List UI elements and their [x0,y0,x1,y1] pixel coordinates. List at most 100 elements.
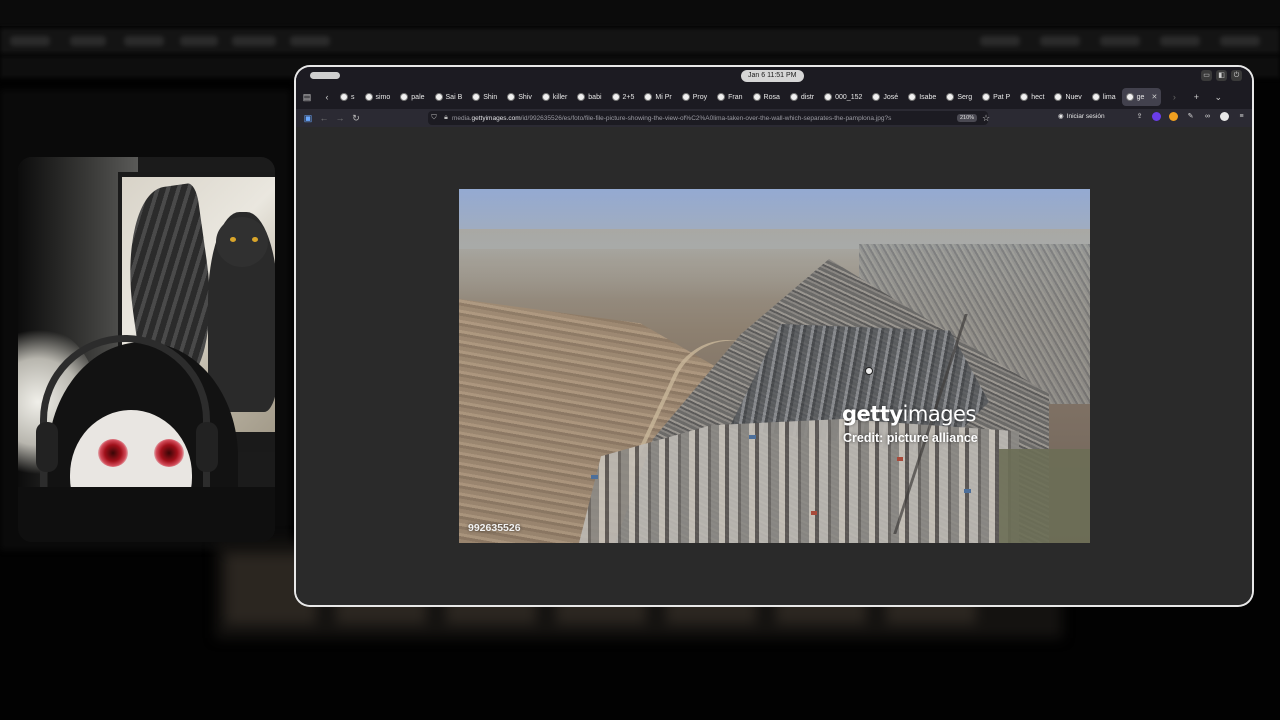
tab-list-icon[interactable]: ▤ [300,90,314,104]
shield-icon[interactable]: ⛉ [428,114,440,122]
mask-eye [98,439,128,467]
browser-tab[interactable]: s [336,88,359,106]
tab-label: Pat P [993,93,1011,101]
menu-icon[interactable]: ≡ [1237,112,1246,121]
browser-tab[interactable]: Serg [942,88,976,106]
tab-label: Proy [692,93,708,101]
tab-favicon-icon [1091,93,1100,101]
browser-tab[interactable]: killer [538,88,571,106]
scroll-tabs-right-icon[interactable]: › [1167,90,1181,104]
forward-icon[interactable]: → [332,113,348,123]
tab-bar: ▤ ‹ s simo pale Sai B Shin Shiv killer babi 2+5 M… [296,85,1252,109]
scroll-tabs-left-icon[interactable]: ‹ [320,90,334,104]
sidebar-icon[interactable]: ▣ [300,113,316,124]
extension-icon[interactable]: ✎ [1186,112,1195,121]
background-tab-row [0,28,1280,54]
tab-label: babi [588,93,602,101]
extension-link-icon[interactable]: ∞ [1203,112,1212,121]
browser-tab[interactable]: Shin [468,88,501,106]
bookmark-star-icon[interactable]: ☆ [982,111,990,125]
sound-icon[interactable]: ◧ [1216,70,1227,81]
tab-favicon-icon [908,93,917,101]
tab-label: simo [375,93,391,101]
tab-label: 2+5 [622,93,635,101]
system-tray: ▭ ◧ ⏻ [1201,70,1242,81]
tab-label: José [883,93,899,101]
photo-blue-roof [591,475,598,479]
poster-cat-eye [252,237,258,242]
browser-tab[interactable]: Rosa [749,88,784,106]
tab-label: s [351,93,355,101]
photo-red-roof [811,511,817,515]
tab-favicon-icon [541,93,550,101]
system-bar: Jan 6 11:51 PM ▭ ◧ ⏻ [296,67,1252,85]
browser-tab[interactable]: distr [786,88,818,106]
tab-label: ge [1136,93,1145,101]
tab-favicon-icon [789,93,798,101]
browser-tab[interactable]: simo [361,88,395,106]
reload-icon[interactable]: ↻ [348,113,364,124]
signin-button[interactable]: ◉ Iniciar sesión [1058,112,1105,121]
extension-orange-icon[interactable] [1169,112,1178,121]
browser-tab[interactable]: 2+5 [608,88,639,106]
url-text[interactable]: media.gettyimages.com/id/992635526/es/fo… [452,115,892,122]
new-tab-icon[interactable]: + [1189,90,1203,104]
share-icon[interactable]: ⇪ [1135,112,1144,121]
tab-label: 000_152 [835,93,863,101]
close-tab-icon[interactable]: ✕ [1151,93,1157,101]
back-icon[interactable]: ← [316,113,332,123]
network-icon[interactable]: ▭ [1201,70,1212,81]
browser-tab[interactable]: pale [396,88,428,106]
url-bar[interactable]: ⛉ 🔒︎ media.gettyimages.com/id/992635526/… [428,111,990,125]
browser-tab[interactable]: Pat P [978,88,1014,106]
tab-favicon-icon [472,93,481,101]
tab-favicon-icon [982,93,991,101]
extension-purple-icon[interactable] [1152,112,1161,121]
headphone-ear [36,422,58,472]
aerial-photo[interactable]: gettyimages Credit: picture alliance 992… [459,189,1090,543]
signin-label: Iniciar sesión [1066,112,1105,120]
zoom-badge[interactable]: 210% [957,114,978,122]
extension-white-icon[interactable] [1220,112,1229,121]
workspace-indicator[interactable] [310,72,340,79]
image-id: 992635526 [468,522,521,534]
account-icon: ◉ [1058,113,1064,120]
tab-favicon-icon [364,93,373,101]
poster-cat-head [216,217,268,267]
browser-tab[interactable]: Mi Pr [640,88,675,106]
tab-favicon-icon [1054,93,1063,101]
browser-tab[interactable]: Proy [678,88,711,106]
browser-tab[interactable]: Nuev [1050,88,1085,106]
tab-label: Nuev [1065,93,1082,101]
lock-icon[interactable]: 🔒︎ [440,114,452,122]
webcam-overlay [18,157,275,542]
browser-tab[interactable]: 000_152 [820,88,866,106]
browser-tab[interactable]: Isabe [904,88,940,106]
background-topbar [0,0,1280,26]
tab-favicon-icon [340,93,348,101]
clock[interactable]: Jan 6 11:51 PM [741,70,804,82]
browser-tab[interactable]: hect [1016,88,1048,106]
browser-tab[interactable]: babi [573,88,605,106]
tab-label: distr [800,93,815,101]
tab-favicon-icon [611,93,620,101]
tab-strip: s simo pale Sai B Shin Shiv killer babi 2+5 Mi Pr… [336,88,1163,106]
tab-favicon-icon [946,93,955,101]
browser-tab[interactable]: Fran [713,88,746,106]
tab-favicon-icon [752,93,761,101]
tab-label: Shin [483,93,498,101]
power-icon[interactable]: ⏻ [1231,70,1242,81]
browser-tab[interactable]: lima [1088,88,1120,106]
browser-tab[interactable]: Shiv [503,88,536,106]
photo-red-roof [897,457,903,461]
tab-favicon-icon [1125,93,1134,101]
tab-favicon-icon [644,93,653,101]
browser-tab[interactable]: José [868,88,902,106]
tab-label: lima [1102,93,1116,101]
browser-tab[interactable]: ge ✕ [1121,88,1162,106]
tab-label: killer [552,93,568,101]
browser-tab[interactable]: Sai B [431,88,467,106]
nav-bar: ▣ ← → ↻ ⛉ 🔒︎ media.gettyimages.com/id/99… [296,109,1252,127]
toolbar-extensions: ⇪ ✎ ∞ ≡ [1135,112,1246,121]
chevron-down-icon[interactable]: ⌄ [1211,90,1225,104]
